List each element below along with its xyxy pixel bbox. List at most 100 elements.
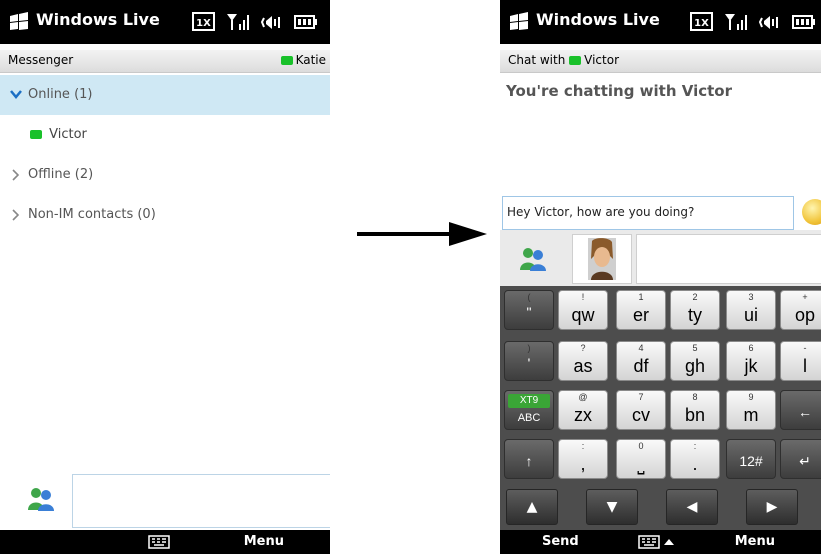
group-non-im[interactable]: Non-IM contacts (0) <box>0 195 330 235</box>
signal-icon <box>226 11 250 33</box>
key-primary-label: cv <box>632 405 650 425</box>
windows-logo-icon[interactable] <box>8 12 30 32</box>
key-row1-5[interactable]: + op <box>780 290 821 330</box>
key-primary-label: " <box>526 304 532 320</box>
key-primary-label: qw <box>571 305 595 325</box>
contact-name: Victor <box>49 127 87 142</box>
group-offline[interactable]: Offline (2) <box>0 155 330 195</box>
group-label: Online (1) <box>28 87 93 102</box>
tray-blank-slot <box>636 234 821 284</box>
key-primary-label: er <box>632 305 649 325</box>
chat-with-prefix: Chat with <box>508 53 566 67</box>
key-primary-label: ⎵ <box>637 454 645 474</box>
key-secondary-label: 3 <box>748 292 754 302</box>
nav-up-key[interactable]: ▲ <box>506 489 558 525</box>
softkey-bar: Send Menu <box>500 530 821 554</box>
key-row2-2[interactable]: 4 df <box>616 341 666 381</box>
my-status[interactable]: Katie <box>280 53 326 67</box>
menu-softkey[interactable]: Menu <box>735 534 775 549</box>
key-row4-5[interactable]: ↵ <box>780 439 821 479</box>
key-row4-3[interactable]: :. <box>670 439 720 479</box>
key-primary-label: . <box>692 454 698 474</box>
key-row1-1[interactable]: ! qw <box>558 290 608 330</box>
contact-victor[interactable]: Victor <box>0 115 330 155</box>
messenger-label: Messenger <box>8 53 74 67</box>
message-input[interactable]: Hey Victor, how are you doing? <box>502 196 794 230</box>
key-row3-3[interactable]: 8 bn <box>670 390 720 430</box>
abc-label: ABC <box>517 412 541 424</box>
status-bar: Windows Live 1X <box>500 0 821 44</box>
key-primary-label: as <box>573 356 593 376</box>
keyboard-icon[interactable] <box>148 534 170 550</box>
key-primary-label: m <box>743 405 759 425</box>
key-row3-5[interactable]: ← <box>780 390 821 430</box>
battery-icon <box>294 11 318 33</box>
key-primary-label: df <box>633 356 649 376</box>
key-row4-0[interactable]: ↑ <box>504 439 554 479</box>
chat-with-label: Chat with Victor <box>508 53 619 67</box>
key-secondary-label: 9 <box>748 392 754 402</box>
volume-icon[interactable] <box>260 11 284 33</box>
key-primary-label: ty <box>687 305 702 325</box>
contact-list: Online (1) Victor Offline (2) Non-IM con… <box>0 75 330 235</box>
key-secondary-label: : <box>693 441 697 451</box>
xt9-mode-key[interactable]: XT9 ABC <box>504 390 554 430</box>
key-secondary-label: + <box>802 292 808 302</box>
key-row1-3[interactable]: 2 ty <box>670 290 720 330</box>
key-secondary-label: 2 <box>692 292 698 302</box>
contact-avatar[interactable] <box>572 234 632 284</box>
online-status-icon <box>280 56 293 65</box>
group-online[interactable]: Online (1) <box>0 75 330 115</box>
close-icon[interactable] <box>328 11 330 33</box>
key-secondary-label: 1 <box>638 292 644 302</box>
nav-down-key[interactable]: ▼ <box>586 489 638 525</box>
contacts-screen: Windows Live 1X Messenger Katie Online (… <box>0 0 330 554</box>
battery-icon <box>792 11 816 33</box>
nav-left-key[interactable]: ◀ <box>666 489 718 525</box>
signal-icon <box>724 11 748 33</box>
key-row2-5[interactable]: -l <box>780 341 821 381</box>
status-bar: Windows Live 1X <box>0 0 330 44</box>
key-row2-3[interactable]: 5 gh <box>670 341 720 381</box>
nav-right-key[interactable]: ▶ <box>746 489 798 525</box>
key-row2-1[interactable]: ? as <box>558 341 608 381</box>
messenger-header: Messenger Katie <box>0 50 330 73</box>
key-row3-2[interactable]: 7 cv <box>616 390 666 430</box>
key-row4-4[interactable]: 12# <box>726 439 776 479</box>
key-row1-0[interactable]: (" <box>504 290 554 330</box>
key-primary-label: ↑ <box>525 453 533 469</box>
key-primary-label: l <box>803 356 807 376</box>
key-primary-label: , <box>580 454 586 474</box>
key-row4-2[interactable]: 0 ⎵ <box>616 439 666 479</box>
key-primary-label: op <box>794 305 816 325</box>
compose-input[interactable] <box>72 474 330 528</box>
chat-contact-name: Victor <box>584 53 620 67</box>
key-row3-4[interactable]: 9m <box>726 390 776 430</box>
key-row3-1[interactable]: @ zx <box>558 390 608 430</box>
emoticon-icon[interactable] <box>802 199 821 225</box>
key-row1-4[interactable]: 3 ui <box>726 290 776 330</box>
app-title: Windows Live <box>36 10 160 29</box>
network-label: 1X <box>196 18 211 29</box>
key-primary-label: ' <box>527 355 531 371</box>
messenger-buddy-icon[interactable] <box>518 246 548 272</box>
windows-logo-icon[interactable] <box>508 12 530 32</box>
key-secondary-label: : <box>581 441 585 451</box>
key-primary-label: zx <box>574 405 592 425</box>
chat-header: Chat with Victor <box>500 50 821 73</box>
menu-softkey[interactable]: Menu <box>244 534 284 549</box>
network-1x-icon: 1X <box>690 11 714 33</box>
chat-screen: Windows Live 1X Chat with Victor You're … <box>500 0 821 554</box>
app-title: Windows Live <box>536 10 660 29</box>
key-row4-1[interactable]: :, <box>558 439 608 479</box>
messenger-buddy-icon[interactable] <box>26 486 56 512</box>
send-softkey[interactable]: Send <box>542 534 579 549</box>
keyboard-toggle-icon[interactable] <box>638 534 678 550</box>
key-secondary-label: 8 <box>692 392 698 402</box>
key-row2-0[interactable]: ) ' <box>504 341 554 381</box>
network-1x-icon: 1X <box>192 11 216 33</box>
key-row1-2[interactable]: 1 er <box>616 290 666 330</box>
key-row2-4[interactable]: 6 jk <box>726 341 776 381</box>
volume-icon[interactable] <box>758 11 782 33</box>
key-secondary-label: 7 <box>638 392 644 402</box>
